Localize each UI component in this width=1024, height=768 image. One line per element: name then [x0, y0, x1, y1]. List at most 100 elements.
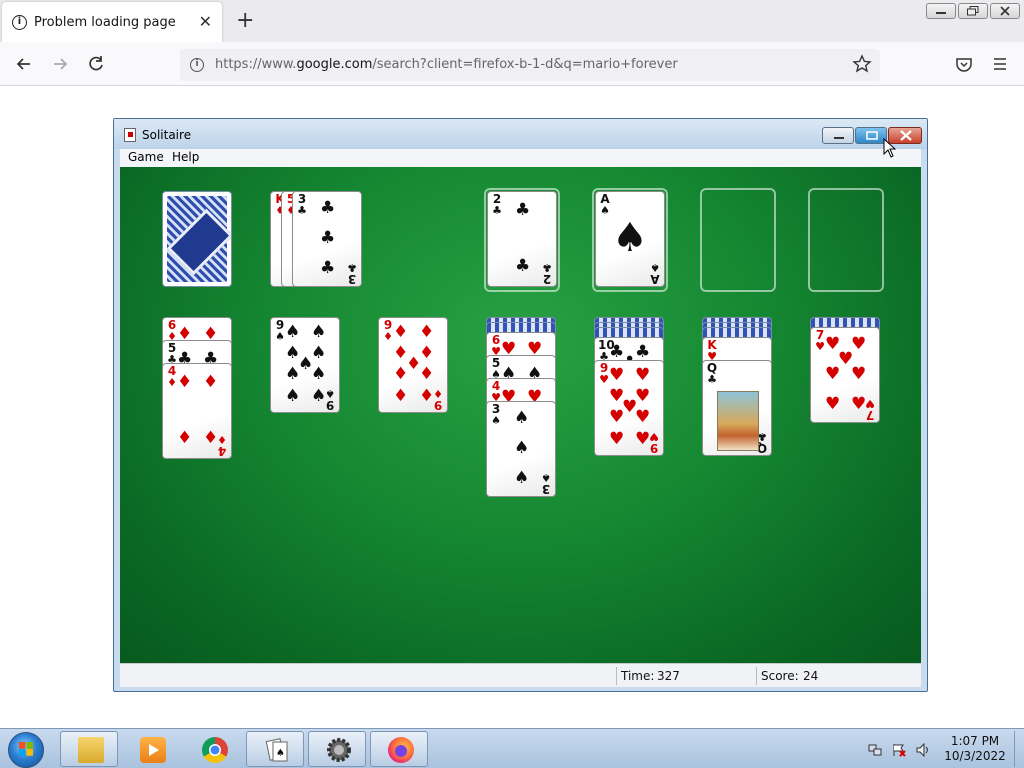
- network-icon[interactable]: [868, 742, 882, 756]
- waste-card[interactable]: 3 ♣ 3 ♣ ♣ ♣ ♣: [292, 191, 362, 287]
- reload-icon[interactable]: [86, 54, 106, 74]
- card-rank: 9: [325, 398, 335, 412]
- tab-close-icon[interactable]: ✕: [199, 12, 212, 31]
- tableau-card[interactable]: 3 ♠ 3 ♠ ♠ ♠ ♠: [486, 401, 556, 497]
- tableau-card[interactable]: Q ♣ Q ♣: [702, 360, 772, 456]
- system-clock[interactable]: 1:07 PM 10/3/2022: [940, 734, 1010, 764]
- forward-arrow-icon[interactable]: [50, 54, 70, 74]
- card-rank: A: [650, 272, 660, 286]
- bookmark-star-icon[interactable]: [852, 54, 872, 78]
- time-label: Time:: [621, 669, 655, 683]
- menu-game[interactable]: Game: [128, 150, 164, 164]
- card-suit-icon: ♠: [541, 471, 551, 484]
- browser-restore-button[interactable]: [958, 3, 988, 19]
- card-pip: ♦: [419, 386, 435, 406]
- solitaire-icon: ♠: [264, 737, 290, 763]
- card-pip: ♦: [177, 372, 193, 392]
- url-text[interactable]: https://www.google.com/search?client=fir…: [215, 57, 678, 72]
- menu-help[interactable]: Help: [172, 150, 199, 164]
- card-suit-icon: ♣: [297, 204, 307, 217]
- url-path: /search?client=firefox-b-1-d&q=mario+for…: [372, 57, 678, 72]
- score-value: 24: [803, 669, 819, 683]
- card-suit-icon: ♠: [491, 414, 501, 427]
- solitaire-app-icon[interactable]: [124, 128, 136, 142]
- start-orb[interactable]: [8, 732, 44, 768]
- tableau-card[interactable]: 7 ♥ 7 ♥ ♥ ♥ ♥ ♥ ♥ ♥ ♥: [810, 327, 880, 423]
- card-pip: ♥: [851, 364, 867, 384]
- site-info-icon[interactable]: i: [190, 58, 204, 72]
- tableau-card[interactable]: 9 ♦ 9 ♦ ♦ ♦ ♦ ♦ ♦ ♦ ♦ ♦ ♦: [378, 317, 448, 413]
- card-pip: ♣: [515, 200, 531, 220]
- tableau-card[interactable]: 9 ♥ 9 ♥ ♥ ♥ ♥ ♥ ♥ ♥ ♥ ♥ ♥: [594, 360, 664, 456]
- card-index: 3 ♣: [296, 193, 308, 216]
- card-pip: ♠: [311, 322, 327, 342]
- browser-close-button[interactable]: [990, 3, 1020, 19]
- card-pip: ♣: [320, 258, 336, 278]
- card-index: K♥: [706, 339, 718, 362]
- card-suit-icon: ♠: [600, 204, 610, 217]
- tableau-card[interactable]: 4 ♦ 4 ♦ ♦ ♦ ♦ ♦: [162, 363, 232, 459]
- card-pip: ♠: [285, 386, 301, 406]
- card-pip: ♠: [514, 468, 530, 488]
- card-rank: 4: [217, 444, 227, 458]
- taskbar-explorer[interactable]: [60, 731, 118, 767]
- card-pip: ♣: [515, 256, 531, 276]
- nav-toolbar: i https://www.google.com/search?client=f…: [0, 42, 1024, 86]
- foundation-slot[interactable]: [808, 188, 884, 292]
- back-arrow-icon[interactable]: [14, 54, 34, 74]
- foundation-card[interactable]: 2 ♣ 2 ♣ ♣ ♣: [487, 191, 557, 287]
- card-index: 2 ♣: [491, 193, 503, 216]
- file-explorer-icon: [78, 737, 104, 763]
- taskbar-firefox[interactable]: [370, 731, 428, 767]
- volume-icon[interactable]: [916, 742, 930, 758]
- stock-pile[interactable]: [162, 191, 232, 287]
- card-pip: ♦: [419, 364, 435, 384]
- card-pip: ♠: [311, 364, 327, 384]
- chrome-icon: [202, 737, 228, 763]
- foundation-slot[interactable]: [700, 188, 776, 292]
- tableau-card[interactable]: 9 ♠ 9 ♠ ♠ ♠ ♠ ♠ ♠ ♠ ♠ ♠ ♠: [270, 317, 340, 413]
- url-domain: google.com: [296, 57, 373, 72]
- new-tab-icon[interactable]: +: [236, 8, 254, 33]
- window-minimize-button[interactable]: [822, 127, 854, 144]
- taskbar-settings[interactable]: [308, 731, 366, 767]
- card-suit-icon: ♠: [650, 261, 660, 274]
- show-desktop-button[interactable]: [1014, 731, 1024, 767]
- url-bar[interactable]: i https://www.google.com/search?client=f…: [180, 49, 880, 81]
- taskbar: ♠ 1:07 PM 10/3/2022: [0, 728, 1024, 768]
- card-index: A ♠: [599, 193, 611, 216]
- game-table[interactable]: K♦K♦5♦5♦♦♦♦♦♦3♣3♣♣♣♣2♣2♣♣♣A♠A♠♠6♦6♦♦♦♦♦♦…: [120, 167, 921, 663]
- action-center-flag-icon[interactable]: [892, 742, 906, 757]
- card-rank: 3: [347, 272, 357, 286]
- card-pip: ♣: [635, 342, 651, 362]
- taskbar-media-player[interactable]: [122, 731, 180, 767]
- foundation-card[interactable]: A ♠ A ♠ ♠: [595, 191, 665, 287]
- card-pip: ♥: [635, 429, 651, 449]
- menu-hamburger-icon[interactable]: [990, 54, 1010, 74]
- pocket-icon[interactable]: [954, 54, 974, 74]
- taskbar-chrome[interactable]: [184, 731, 242, 767]
- clock-date: 10/3/2022: [944, 749, 1006, 763]
- card-pip: ♥: [825, 364, 841, 384]
- card-index: 3 ♠: [490, 403, 502, 426]
- solitaire-titlebar[interactable]: Solitaire: [114, 119, 927, 149]
- card-pip: ♦: [393, 386, 409, 406]
- card-pip: ♦: [203, 428, 219, 448]
- card-rank: 3: [541, 482, 551, 496]
- status-separator: [616, 667, 617, 685]
- url-prefix: https://www.: [215, 57, 297, 72]
- card-index: 3 ♠: [540, 471, 552, 496]
- card-rank: 2: [542, 272, 552, 286]
- card-pip: ♥: [635, 407, 651, 427]
- browser-minimize-button[interactable]: [926, 3, 956, 19]
- card-pip: ♥: [635, 365, 651, 385]
- card-pip: ♠: [311, 343, 327, 363]
- card-pip: ♣: [320, 198, 336, 218]
- tab-strip: i Problem loading page ✕ +: [0, 0, 1024, 42]
- card-pip: ♥: [609, 365, 625, 385]
- card-pip: ♦: [393, 322, 409, 342]
- taskbar-solitaire[interactable]: ♠: [246, 731, 304, 767]
- card-pip: ♥: [825, 394, 841, 414]
- card-suit-icon: ♣: [347, 261, 357, 274]
- tab-problem-loading[interactable]: i Problem loading page ✕: [2, 2, 222, 42]
